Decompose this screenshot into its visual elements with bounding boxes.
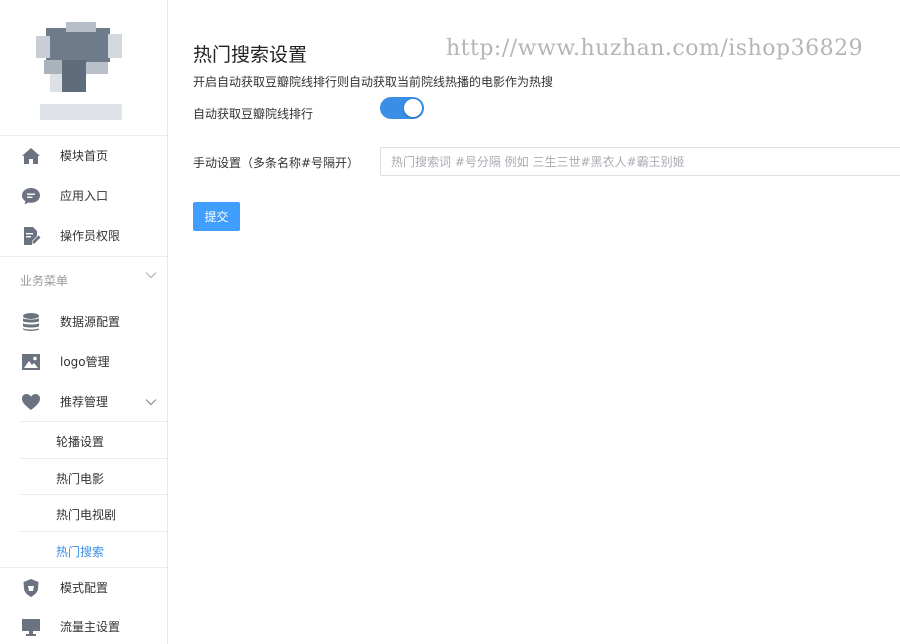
submenu-item-carousel-settings[interactable]: 轮播设置 [20,421,167,457]
home-icon [22,148,40,164]
divider [0,256,167,257]
submenu-item-hot-search[interactable]: 热门搜索 [20,531,167,567]
chevron-down-icon[interactable] [144,268,158,282]
toggle-knob [404,99,422,117]
database-icon [23,313,39,331]
submenu-item-label: 轮播设置 [56,435,105,449]
edit-document-icon [24,227,41,245]
watermark: http://www.huzhan.com/ishop36829 [446,36,864,61]
menu-item-datasource-config[interactable]: 数据源配置 [0,302,167,342]
section-title-business-menu: 业务菜单 [20,274,69,288]
submenu-item-hot-tv-series[interactable]: 热门电视剧 [20,494,167,530]
submenu-item-label: 热门搜索 [56,545,105,559]
menu-item-label: 模块首页 [60,149,109,163]
submenu-item-label: 热门电视剧 [56,508,117,522]
avatar[interactable] [36,22,122,94]
sidebar: 模块首页 应用入口 操作员权限 业务菜单 数据源配置 logo管理 推荐管理 轮… [0,0,168,644]
heart-icon [22,394,40,410]
menu-item-logo-management[interactable]: logo管理 [0,342,167,382]
submit-button[interactable]: 提交 [193,202,240,231]
menu-item-recommend-management[interactable]: 推荐管理 [0,382,167,422]
auto-fetch-toggle[interactable] [380,97,424,119]
chevron-down-icon[interactable] [144,395,158,409]
menu-item-operator-permissions[interactable]: 操作员权限 [0,216,167,256]
page-description: 开启自动获取豆瓣院线排行则自动获取当前院线热播的电影作为热搜 [193,75,554,89]
menu-item-mode-config[interactable]: 模式配置 [0,567,167,607]
manual-keywords-input[interactable] [380,147,900,176]
username-blurred [40,104,122,120]
menu-item-app-entry[interactable]: 应用入口 [0,176,167,216]
manual-setting-label: 手动设置（多条名称#号隔开） [193,156,360,170]
menu-item-label: 数据源配置 [60,315,121,329]
menu-item-label: 模式配置 [60,581,109,595]
menu-item-module-home[interactable]: 模块首页 [0,136,167,176]
page-title: 热门搜索设置 [193,44,308,66]
menu-item-label: 操作员权限 [60,229,121,243]
main-content: 热门搜索设置 http://www.huzhan.com/ishop36829 … [168,0,900,644]
shield-icon [23,579,39,597]
menu-item-label: 流量主设置 [60,620,121,634]
menu-item-traffic-owner-settings[interactable]: 流量主设置 [0,607,167,644]
monitor-icon [22,619,40,636]
chat-bubble-icon [22,188,40,205]
auto-fetch-label: 自动获取豆瓣院线排行 [193,107,314,121]
profile-area [0,0,167,136]
image-icon [22,354,40,370]
menu-item-label: 应用入口 [60,189,109,203]
menu-item-label: 推荐管理 [60,395,109,409]
menu-item-label: logo管理 [60,355,110,369]
submenu-item-label: 热门电影 [56,472,105,486]
submenu-item-hot-movies[interactable]: 热门电影 [20,458,167,494]
